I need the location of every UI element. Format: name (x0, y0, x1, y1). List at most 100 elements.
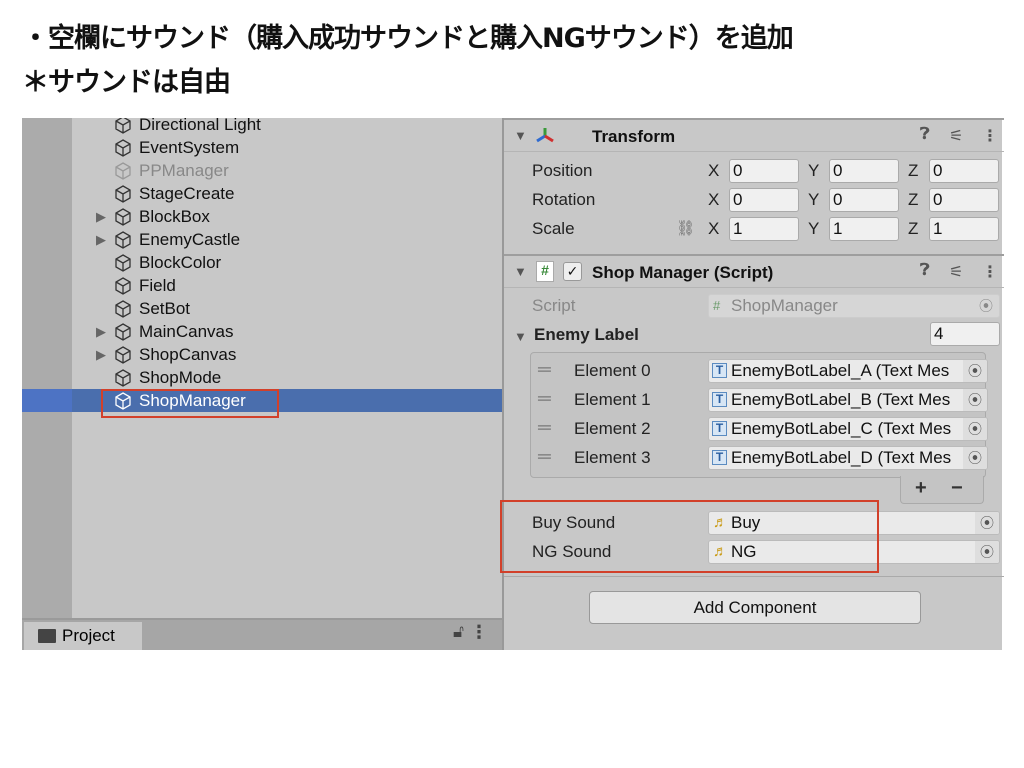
gameobject-icon (114, 254, 132, 272)
object-picker-icon[interactable]: ⦿ (963, 360, 987, 382)
collapse-icon[interactable]: ▼ (514, 264, 527, 279)
axis-label-x: X (708, 161, 720, 180)
hierarchy-item-label: SetBot (139, 298, 191, 318)
add-component-button[interactable]: Add Component (589, 591, 921, 624)
array-size-field[interactable]: 4 (930, 322, 1000, 346)
drag-handle-icon[interactable]: ═ (538, 446, 551, 467)
tab-project[interactable]: Project (24, 622, 142, 650)
gameobject-icon (114, 369, 132, 387)
more-icon[interactable]: ⋮ (982, 126, 998, 146)
hierarchy-item[interactable]: EventSystem (22, 136, 502, 159)
drag-handle-icon[interactable]: ═ (538, 388, 551, 409)
text-mesh-icon: T (712, 421, 727, 436)
gameobject-icon (114, 139, 132, 157)
axis-label-y: Y (808, 219, 820, 238)
shop-manager-header[interactable]: ▼ # ✓ Shop Manager (Script) ❓︎ ⚟ ⋮ (504, 254, 1004, 288)
hierarchy-item[interactable]: Field (22, 274, 502, 297)
element-value: EnemyBotLabel_D (Text Mes (731, 448, 952, 467)
transform-row-label: Scale (532, 219, 575, 238)
gameobject-icon (114, 323, 132, 341)
hierarchy-item[interactable]: ▶ EnemyCastle (22, 228, 502, 251)
collapse-icon[interactable]: ▼ (514, 329, 527, 344)
folder-icon (38, 629, 56, 643)
lock-icon[interactable]: 🔓︎ (453, 622, 464, 642)
object-picker-icon[interactable]: ⦿ (975, 512, 999, 534)
constrain-proportions-icon[interactable]: ⛓︎ (676, 219, 695, 237)
object-picker-icon[interactable]: ⦿ (963, 418, 987, 440)
element-field[interactable]: T EnemyBotLabel_B (Text Mes ⦿ (708, 388, 988, 412)
hierarchy-item-label: BlockColor (139, 252, 222, 272)
text-mesh-icon: T (712, 392, 727, 407)
axis-label-z: Z (908, 190, 919, 209)
element-label: Element 3 (574, 448, 651, 467)
hierarchy-panel: Directional Light EventSystem PPManager Sta… (22, 118, 502, 650)
hierarchy-item[interactable]: ▶ MainCanvas (22, 320, 502, 343)
drag-handle-icon[interactable]: ═ (538, 359, 551, 380)
hierarchy-item-label: PPManager (139, 160, 229, 180)
gameobject-icon (114, 277, 132, 295)
gameobject-icon (114, 231, 132, 249)
hierarchy-item[interactable]: ▶ BlockBox (22, 205, 502, 228)
element-label: Element 1 (574, 390, 651, 409)
axis-label-y: Y (808, 161, 820, 180)
help-icon[interactable]: ❓︎ (920, 126, 930, 144)
axis-label-x: X (708, 190, 720, 209)
gameobject-icon (114, 346, 132, 364)
expand-arrow-icon[interactable]: ▶ (96, 232, 106, 248)
element-field[interactable]: T EnemyBotLabel_A (Text Mes ⦿ (708, 359, 988, 383)
hierarchy-item-label: Field (139, 275, 176, 295)
hierarchy-item[interactable]: ShopMode (22, 366, 502, 389)
y-field[interactable]: 0 (829, 159, 899, 183)
hierarchy-item[interactable]: Directional Light (22, 118, 502, 136)
hierarchy-item-label: StageCreate (139, 183, 235, 203)
more-icon[interactable]: ⋮ (470, 622, 488, 643)
gameobject-icon (114, 185, 132, 203)
script-value: ShopManager (731, 296, 838, 315)
element-label: Element 2 (574, 419, 651, 438)
z-field[interactable]: 0 (929, 159, 999, 183)
more-icon[interactable]: ⋮ (982, 262, 998, 282)
gameobject-icon (114, 118, 132, 134)
hierarchy-item[interactable]: PPManager (22, 159, 502, 182)
y-field[interactable]: 0 (829, 188, 899, 212)
enemy-label-heading[interactable]: Enemy Label (534, 325, 639, 345)
transform-row-label: Rotation (532, 190, 596, 209)
element-field[interactable]: T EnemyBotLabel_D (Text Mes ⦿ (708, 446, 988, 470)
gameobject-icon (114, 300, 132, 318)
y-field[interactable]: 1 (829, 217, 899, 241)
transform-row-label: Position (532, 161, 593, 180)
hierarchy-item[interactable]: StageCreate (22, 182, 502, 205)
highlight-box-shopmanager (101, 389, 279, 418)
z-field[interactable]: 0 (929, 188, 999, 212)
enabled-checkbox[interactable]: ✓ (563, 262, 582, 281)
settings-icon[interactable]: ⚟ (949, 126, 963, 146)
remove-element-button[interactable]: − (951, 477, 963, 500)
script-field: # ShopManager ⦿ (708, 294, 1000, 318)
object-picker-icon[interactable]: ⦿ (963, 447, 987, 469)
hierarchy-item[interactable]: BlockColor (22, 251, 502, 274)
help-icon[interactable]: ❓︎ (920, 262, 930, 280)
collapse-icon[interactable]: ▼ (514, 128, 527, 143)
settings-icon[interactable]: ⚟ (949, 262, 963, 282)
z-field[interactable]: 1 (929, 217, 999, 241)
hierarchy-item-label: ShopMode (139, 367, 222, 387)
x-field[interactable]: 0 (729, 159, 799, 183)
x-field[interactable]: 1 (729, 217, 799, 241)
gameobject-icon (114, 162, 132, 180)
drag-handle-icon[interactable]: ═ (538, 417, 551, 438)
add-element-button[interactable]: + (915, 477, 927, 500)
hierarchy-item[interactable]: ▶ ShopCanvas (22, 343, 502, 366)
object-picker-icon[interactable]: ⦿ (963, 389, 987, 411)
text-mesh-icon: T (712, 450, 727, 465)
expand-arrow-icon[interactable]: ▶ (96, 347, 106, 363)
transform-icon (536, 128, 554, 143)
hierarchy-item-label: ShopCanvas (139, 344, 237, 364)
hierarchy-item[interactable]: SetBot (22, 297, 502, 320)
object-picker-icon[interactable]: ⦿ (975, 541, 999, 563)
x-field[interactable]: 0 (729, 188, 799, 212)
transform-header[interactable]: ▼ Transform ❓︎ ⚟ ⋮ (504, 118, 1004, 152)
expand-arrow-icon[interactable]: ▶ (96, 324, 106, 340)
element-field[interactable]: T EnemyBotLabel_C (Text Mes ⦿ (708, 417, 988, 441)
hierarchy-item-label: EnemyCastle (139, 229, 241, 249)
expand-arrow-icon[interactable]: ▶ (96, 209, 106, 225)
